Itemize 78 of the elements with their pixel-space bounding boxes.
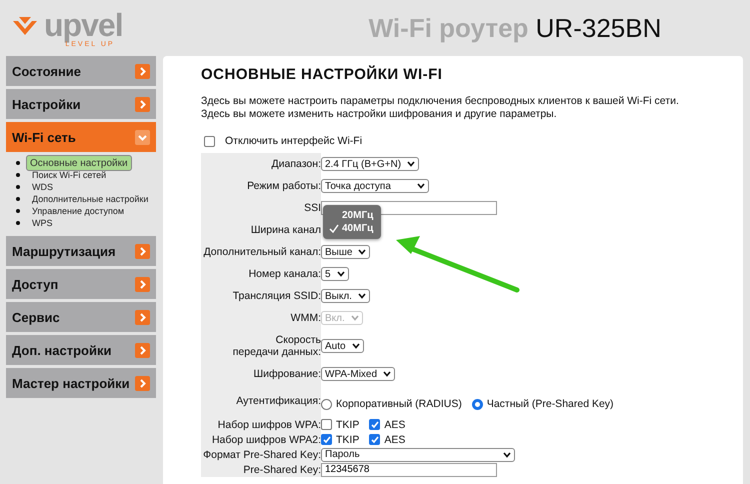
submenu-link[interactable]: Управление доступом	[26, 206, 130, 216]
option-label: TKIP	[336, 434, 360, 446]
chevron-icon	[417, 183, 425, 189]
chevron-icon	[352, 343, 360, 349]
field-label: Набор шифров WPA:	[218, 418, 321, 430]
submenu-link[interactable]: Поиск Wi-Fi сетей	[26, 170, 112, 180]
sidebar-item[interactable]: Сервис	[6, 302, 156, 332]
model-name: UR-325BN	[536, 12, 662, 42]
checkbox[interactable]	[204, 136, 215, 146]
chevron-down-icon	[135, 130, 150, 144]
dropdown[interactable]: Выкл.	[321, 289, 370, 303]
chevron-right-icon	[135, 342, 150, 358]
dropdown[interactable]: Пароль	[321, 448, 515, 462]
section-heading: ОСНОВНЫЕ НАСТРОЙКИ WI-FI	[201, 66, 444, 83]
field-label: Аутентификация:	[236, 395, 321, 407]
option-label: TKIP	[336, 418, 360, 430]
dropdown[interactable]: WPA-Mixed	[321, 367, 396, 381]
sidebar-item[interactable]: Настройки	[6, 89, 156, 119]
field-label: SSI	[304, 202, 321, 214]
field-label: Номер канала:	[248, 268, 321, 280]
field-label: Pre-Shared Key:	[243, 464, 321, 476]
field-label: Ширина канал	[250, 224, 321, 236]
radio-button[interactable]	[321, 398, 332, 410]
chevron-right-icon	[135, 276, 150, 292]
checkbox[interactable]	[369, 434, 380, 445]
chevron-icon	[383, 371, 392, 377]
input-field[interactable]: 12345678	[321, 462, 497, 476]
field-label: WMM:	[290, 312, 321, 324]
brand-name: upvel	[44, 8, 123, 40]
field-label: Формат Pre-Shared Key:	[203, 448, 321, 460]
sidebar-item[interactable]: Доп. настройки	[6, 335, 156, 365]
field-label: Набор шифров WPA2:	[212, 434, 321, 446]
checkbox-label: Отключить интерфейс Wi-Fi	[225, 135, 362, 147]
option-label: AES	[384, 434, 406, 446]
chevron-right-icon	[135, 244, 150, 258]
sidebar-item[interactable]: Мастер настройки	[6, 368, 156, 398]
submenu-link[interactable]: Дополнительные настройки	[26, 194, 154, 204]
option-label: AES	[384, 418, 406, 430]
field-label: Режим работы:	[247, 180, 321, 192]
checkbox[interactable]	[321, 434, 332, 445]
chevron-right-icon	[135, 64, 150, 78]
dropdown[interactable]: Auto	[321, 339, 364, 353]
dropdown[interactable]: 5	[321, 267, 349, 281]
option-label: Корпоративный (RADIUS)	[336, 398, 462, 410]
chevron-icon	[336, 271, 345, 277]
chevron-icon	[503, 452, 511, 458]
submenu-link[interactable]: WPS	[26, 218, 59, 228]
chevron-icon	[350, 315, 359, 321]
chevron-icon	[407, 161, 416, 167]
chevron-right-icon	[135, 96, 150, 112]
option-label: Частный (Pre-Shared Key)	[486, 398, 614, 410]
dropdown[interactable]: Выше	[321, 245, 370, 259]
chevron-icon	[358, 293, 366, 299]
checkbox[interactable]	[321, 419, 332, 430]
chevron-icon	[358, 249, 366, 255]
checkmark-icon	[329, 224, 339, 234]
sidebar-item[interactable]: Доступ	[6, 269, 156, 299]
sidebar-item[interactable]: Состояние	[6, 56, 156, 86]
field-label: Трансляция SSID:	[232, 290, 321, 302]
field-label: Скорость передачи данных:	[232, 334, 321, 358]
description-text: Здесь вы можете настроить параметры подключения беспроводных клиентов к вашей Wi-Fi сети.	[201, 95, 680, 108]
description-text: Здесь вы можете изменить настройки шифрования и другие параметры.	[201, 108, 558, 121]
field-label: Шифрование:	[253, 368, 321, 380]
submenu-link[interactable]: WDS	[26, 182, 59, 192]
sidebar-item[interactable]: Wi-Fi сеть	[6, 122, 156, 152]
page-title: Wi-Fi роутер	[368, 12, 528, 42]
dropdown[interactable]: 2.4 ГГц (B+G+N)	[321, 157, 420, 171]
checkbox[interactable]	[369, 419, 380, 430]
menu-option[interactable]: 40МГц	[329, 222, 374, 235]
submenu-link[interactable]: Основные настройки	[26, 155, 132, 171]
field-label: Дополнительный канал:	[204, 246, 321, 258]
chevron-right-icon	[135, 310, 150, 324]
field-label: Диапазон:	[272, 158, 321, 170]
menu-option[interactable]: 20МГц	[329, 209, 374, 222]
dropdown[interactable]: Точка доступа	[321, 179, 429, 193]
chevron-right-icon	[135, 376, 150, 390]
sidebar-item[interactable]: Маршрутизация	[6, 236, 156, 266]
radio-button[interactable]	[472, 398, 483, 410]
